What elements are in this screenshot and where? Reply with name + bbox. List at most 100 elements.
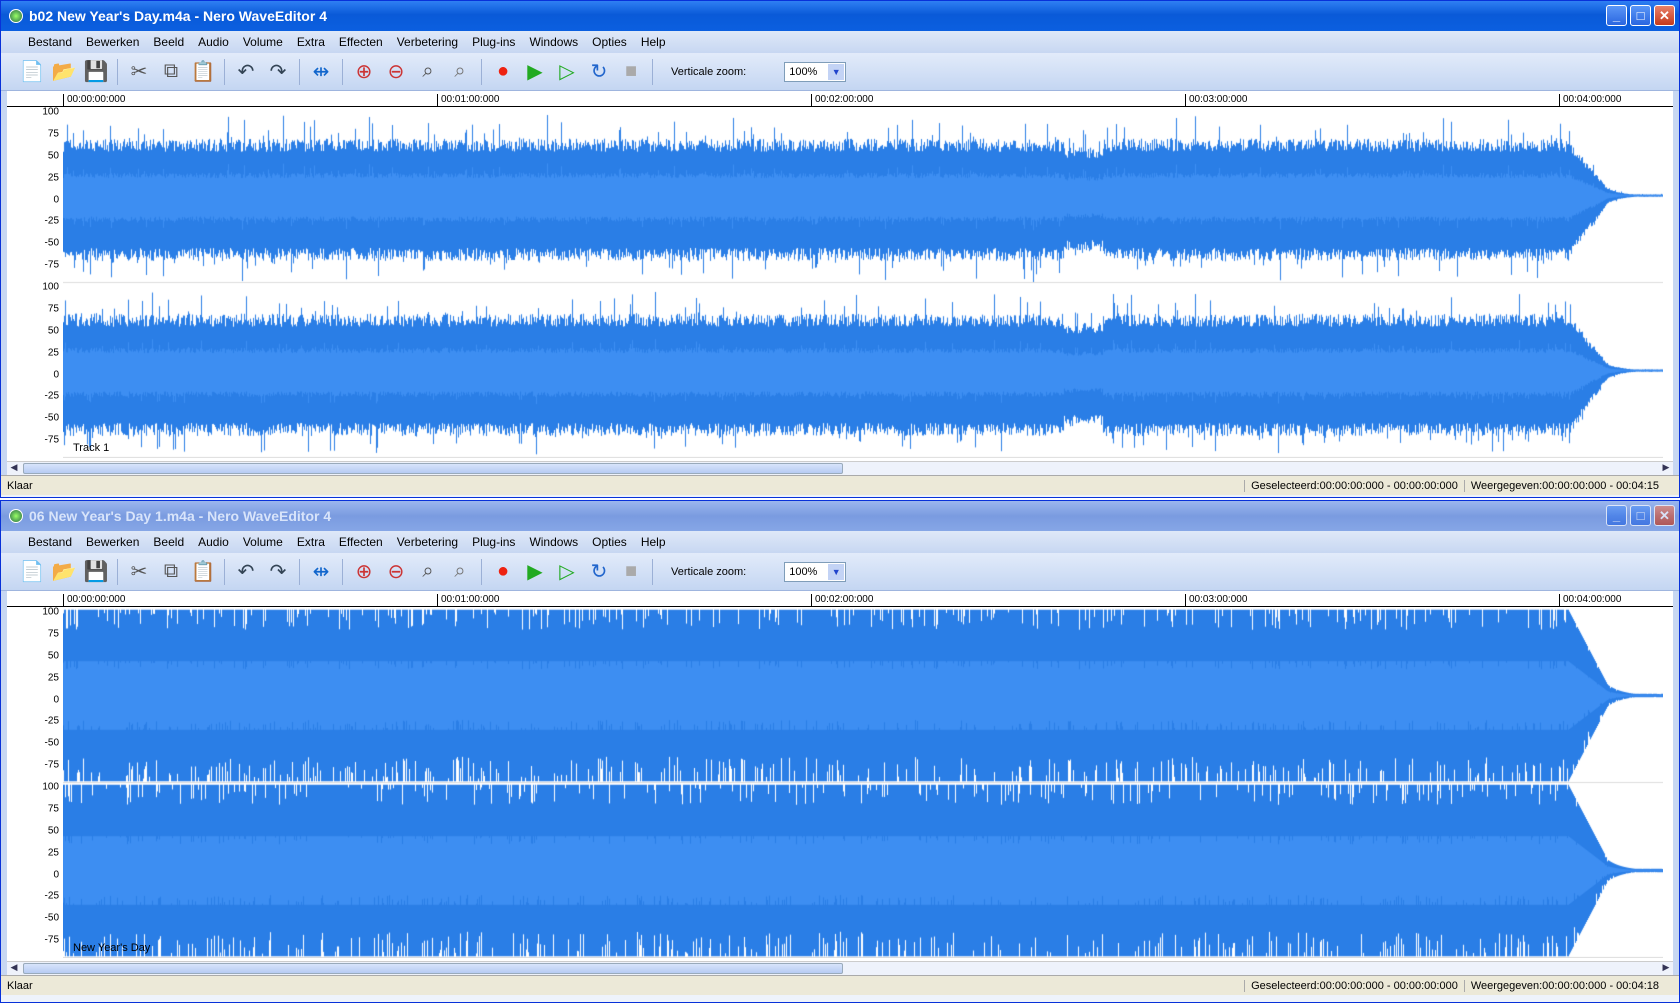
scroll-right-icon[interactable]: ▶ [1659,962,1673,975]
menu-bestand[interactable]: Bestand [21,35,79,49]
track-label: New Year's Day [73,942,151,954]
zoom-out-icon[interactable]: ⊖ [383,59,409,85]
ruler-label: 00:00:00:000 [63,94,125,107]
status-bar: Klaar Geselecteerd:00:00:00:000 - 00:00:0… [1,975,1679,995]
redo-icon[interactable]: ↷ [265,559,291,585]
chevron-down-icon[interactable]: ▼ [828,63,845,80]
menu-help[interactable]: Help [634,535,673,549]
menu-beeld[interactable]: Beeld [146,535,191,549]
menu-bewerken[interactable]: Bewerken [79,35,146,49]
paste-icon[interactable]: 📋 [190,559,216,585]
window-title: 06 New Year's Day 1.m4a - Nero WaveEdito… [29,508,332,524]
menu-audio[interactable]: Audio [191,35,236,49]
amplitude-tick: 75 [47,628,59,640]
horizontal-scrollbar[interactable]: ◀ ▶ [7,461,1673,475]
menu-effecten[interactable]: Effecten [332,35,390,49]
menu-extra[interactable]: Extra [290,35,332,49]
amplitude-tick: 50 [47,150,59,162]
time-ruler[interactable]: 00:00:00:000 00:01:00:000 00:02:00:000 00:0… [7,91,1673,107]
waveform-canvas[interactable] [63,608,1663,958]
record-icon[interactable]: ● [490,59,516,85]
menu-bewerken[interactable]: Bewerken [79,535,146,549]
cut-icon[interactable]: ✂ [126,559,152,585]
record-icon[interactable]: ● [490,559,516,585]
cut-icon[interactable]: ✂ [126,59,152,85]
stop-icon[interactable]: ■ [618,559,644,585]
maximize-button[interactable]: □ [1630,5,1651,26]
new-file-icon[interactable]: 📄 [19,59,45,85]
minimize-button[interactable]: _ [1606,505,1627,526]
copy-icon[interactable]: ⧉ [158,559,184,585]
horizontal-scrollbar[interactable]: ◀ ▶ [7,961,1673,975]
zoom-full-icon[interactable]: ⌕ [447,59,473,85]
menu-verbetering[interactable]: Verbetering [390,535,465,549]
time-ruler[interactable]: 00:00:00:000 00:01:00:000 00:02:00:000 00:0… [7,591,1673,607]
close-button[interactable]: ✕ [1654,505,1675,526]
menu-verbetering[interactable]: Verbetering [390,35,465,49]
vertical-zoom-select[interactable]: 100% ▼ [784,61,847,82]
amplitude-tick: 75 [47,803,59,815]
amplitude-tick: -50 [44,237,59,249]
undo-icon[interactable]: ↶ [233,559,259,585]
undo-icon[interactable]: ↶ [233,59,259,85]
title-bar[interactable]: b02 New Year's Day.m4a - Nero WaveEditor… [1,1,1679,31]
chevron-down-icon[interactable]: ▼ [828,563,845,580]
app-icon [9,509,23,523]
waveform-canvas[interactable] [63,108,1663,458]
loop-icon[interactable]: ↻ [586,559,612,585]
menu-help[interactable]: Help [634,35,673,49]
menu-volume[interactable]: Volume [236,35,290,49]
zoom-selection-icon[interactable]: ⌕ [415,559,441,585]
amplitude-tick: 0 [53,694,59,705]
title-bar[interactable]: 06 New Year's Day 1.m4a - Nero WaveEdito… [1,501,1679,531]
menu-opties[interactable]: Opties [585,35,634,49]
paste-icon[interactable]: 📋 [190,59,216,85]
vertical-zoom-select[interactable]: 100% ▼ [784,561,847,582]
menu-windows[interactable]: Windows [522,535,585,549]
waveform-editor[interactable]: 00:00:00:000 00:01:00:000 00:02:00:000 00:0… [1,591,1679,975]
menu-audio[interactable]: Audio [191,535,236,549]
vertical-zoom-label: Verticale zoom: [671,65,747,78]
save-icon[interactable]: 💾 [83,59,109,85]
scroll-left-icon[interactable]: ◀ [7,962,21,975]
status-bar: Klaar Geselecteerd:00:00:00:000 - 00:00:0… [1,475,1679,495]
play-selection-icon[interactable]: ▷ [554,59,580,85]
fit-width-icon[interactable]: ⇹ [308,59,334,85]
close-button[interactable]: ✕ [1654,5,1675,26]
save-icon[interactable]: 💾 [83,559,109,585]
open-file-icon[interactable]: 📂 [51,59,77,85]
menu-plug-ins[interactable]: Plug-ins [465,35,522,49]
menu-extra[interactable]: Extra [290,535,332,549]
zoom-out-icon[interactable]: ⊖ [383,559,409,585]
open-file-icon[interactable]: 📂 [51,559,77,585]
menu-beeld[interactable]: Beeld [146,35,191,49]
amplitude-tick: 50 [47,825,59,837]
redo-icon[interactable]: ↷ [265,59,291,85]
maximize-button[interactable]: □ [1630,505,1651,526]
waveform-editor[interactable]: 00:00:00:000 00:01:00:000 00:02:00:000 00:0… [1,91,1679,475]
new-file-icon[interactable]: 📄 [19,559,45,585]
menu-effecten[interactable]: Effecten [332,535,390,549]
zoom-in-icon[interactable]: ⊕ [351,559,377,585]
stop-icon[interactable]: ■ [618,59,644,85]
play-selection-icon[interactable]: ▷ [554,559,580,585]
zoom-selection-icon[interactable]: ⌕ [415,59,441,85]
amplitude-tick: -25 [44,390,59,402]
play-icon[interactable]: ▶ [522,59,548,85]
menu-bestand[interactable]: Bestand [21,535,79,549]
menu-plug-ins[interactable]: Plug-ins [465,535,522,549]
scroll-right-icon[interactable]: ▶ [1659,462,1673,475]
copy-icon[interactable]: ⧉ [158,59,184,85]
menu-volume[interactable]: Volume [236,535,290,549]
menu-windows[interactable]: Windows [522,35,585,49]
scroll-left-icon[interactable]: ◀ [7,462,21,475]
play-icon[interactable]: ▶ [522,559,548,585]
scrollbar-thumb[interactable] [23,963,843,974]
loop-icon[interactable]: ↻ [586,59,612,85]
zoom-in-icon[interactable]: ⊕ [351,59,377,85]
zoom-full-icon[interactable]: ⌕ [447,559,473,585]
menu-opties[interactable]: Opties [585,535,634,549]
minimize-button[interactable]: _ [1606,5,1627,26]
fit-width-icon[interactable]: ⇹ [308,559,334,585]
scrollbar-thumb[interactable] [23,463,843,474]
